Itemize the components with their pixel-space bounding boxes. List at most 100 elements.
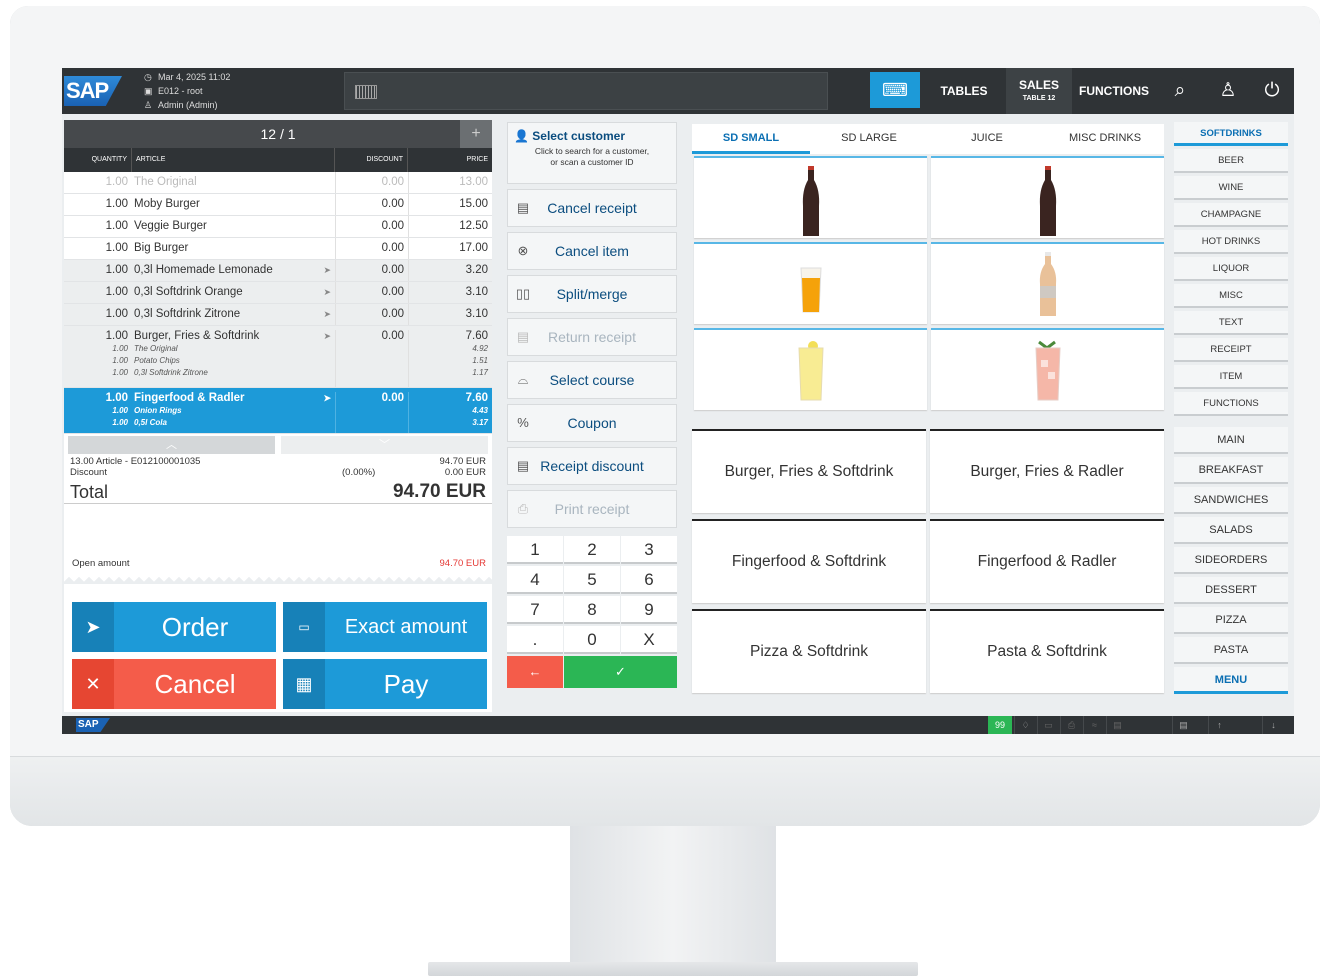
product-tile[interactable] xyxy=(694,242,927,324)
category-misc[interactable]: MISC xyxy=(1174,284,1288,308)
menu-tile[interactable]: Fingerfood & Softdrink xyxy=(692,519,926,603)
order-row[interactable]: 1.00 Big Burger 0.00 17.00 xyxy=(64,238,492,260)
category-menu[interactable]: MENU xyxy=(1174,667,1288,694)
category-salads[interactable]: SALADS xyxy=(1174,517,1288,544)
category-liquor[interactable]: LIQUOR xyxy=(1174,257,1288,281)
row-article-cell: Burger, Fries & Softdrink ➤ The Original… xyxy=(132,330,335,387)
tab-misc-drinks[interactable]: MISC DRINKS xyxy=(1046,124,1164,154)
numpad-key-5[interactable]: 5 xyxy=(564,566,620,594)
product-tile[interactable] xyxy=(931,242,1164,324)
row-price: 15.00 xyxy=(408,194,492,215)
tab-sd-large[interactable]: SD LARGE xyxy=(810,124,928,154)
numpad-key-1[interactable]: 1 xyxy=(507,536,563,564)
numpad-key-clear[interactable]: X xyxy=(621,626,677,654)
category-sideorders[interactable]: SIDEORDERS xyxy=(1174,547,1288,574)
cancel-button[interactable]: ✕ Cancel xyxy=(72,659,276,709)
arrow-down-icon[interactable]: ↓ xyxy=(1262,716,1284,734)
category-text[interactable]: TEXT xyxy=(1174,311,1288,335)
arrow-up-icon[interactable]: ↑ xyxy=(1208,716,1230,734)
order-row-menu[interactable]: 1.00 1.00 1.00 1.00 Burger, Fries & Soft… xyxy=(64,326,492,388)
receipt-cancel-icon: ▤ xyxy=(516,200,530,215)
category-breakfast[interactable]: BREAKFAST xyxy=(1174,457,1288,484)
summary-articles: 13.00 Article - E012100001035 xyxy=(70,456,201,467)
nav-tables[interactable]: TABLES xyxy=(932,68,996,114)
status-count-badge[interactable]: 99 xyxy=(988,716,1012,734)
product-tile[interactable] xyxy=(694,328,927,410)
scroll-up-button[interactable]: ︿ xyxy=(68,436,275,454)
category-functions[interactable]: FUNCTIONS xyxy=(1174,392,1288,416)
exact-amount-label: Exact amount xyxy=(344,616,468,638)
sent-icon: ➤ xyxy=(323,309,331,319)
select-course-button[interactable]: ⌓ Select course xyxy=(507,361,677,399)
order-row[interactable]: 1.00 0,3l Homemade Lemonade ➤ 0.00 3.20 xyxy=(64,260,492,282)
category-wine[interactable]: WINE xyxy=(1174,176,1288,200)
row-discount: 0.00 xyxy=(335,216,408,237)
category-pizza[interactable]: PIZZA xyxy=(1174,607,1288,634)
numpad-key-3[interactable]: 3 xyxy=(621,536,677,564)
menu-tile[interactable]: Burger, Fries & Softdrink xyxy=(692,429,926,513)
numpad-key-7[interactable]: 7 xyxy=(507,596,563,624)
numpad-backspace[interactable]: ← xyxy=(507,656,563,688)
category-item[interactable]: ITEM xyxy=(1174,365,1288,389)
category-hot-drinks[interactable]: HOT DRINKS xyxy=(1174,230,1288,254)
pay-button[interactable]: ▦ Pay xyxy=(283,659,487,709)
menu-tile[interactable]: Fingerfood & Radler xyxy=(930,519,1164,603)
product-tile[interactable] xyxy=(931,328,1164,410)
coupon-button[interactable]: % Coupon xyxy=(507,404,677,442)
receipt-discount-button[interactable]: ▤ Receipt discount xyxy=(507,447,677,485)
order-row[interactable]: 1.00 The Original 0.00 13.00 xyxy=(64,172,492,194)
exact-amount-button[interactable]: ▭ Exact amount xyxy=(283,602,487,652)
category-divider xyxy=(1174,419,1288,427)
add-order-button[interactable]: + xyxy=(460,120,492,148)
category-dessert[interactable]: DESSERT xyxy=(1174,577,1288,604)
bell-icon[interactable]: ♢ xyxy=(1014,716,1036,734)
menu-tile[interactable]: Pasta & Softdrink xyxy=(930,609,1164,693)
category-champagne[interactable]: CHAMPAGNE xyxy=(1174,203,1288,227)
barcode-input[interactable] xyxy=(344,72,828,110)
category-receipt[interactable]: RECEIPT xyxy=(1174,338,1288,362)
numpad-key-4[interactable]: 4 xyxy=(507,566,563,594)
operator-name: Admin (Admin) xyxy=(158,100,218,110)
user-icon[interactable]: ♙ xyxy=(1216,79,1240,103)
menu-tile[interactable]: Burger, Fries & Radler xyxy=(930,429,1164,513)
cancel-item-button[interactable]: ⊗ Cancel item xyxy=(507,232,677,270)
row-discount: 0.00 xyxy=(335,282,408,303)
numpad-confirm[interactable]: ✓ xyxy=(564,656,677,688)
category-beer[interactable]: BEER xyxy=(1174,149,1288,173)
nav-sales[interactable]: SALES TABLE 12 xyxy=(1006,68,1072,114)
product-tile[interactable] xyxy=(931,156,1164,238)
numpad-key-2[interactable]: 2 xyxy=(564,536,620,564)
order-column-headers: QUANTITY ARTICLE DISCOUNT PRICE xyxy=(64,148,492,172)
order-row[interactable]: 1.00 Veggie Burger 0.00 12.50 xyxy=(64,216,492,238)
nav-functions[interactable]: FUNCTIONS xyxy=(1076,68,1152,114)
numpad-key-0[interactable]: 0 xyxy=(564,626,620,654)
product-tile[interactable] xyxy=(694,156,927,238)
category-sandwiches[interactable]: SANDWICHES xyxy=(1174,487,1288,514)
menu-tile[interactable]: Pizza & Softdrink xyxy=(692,609,926,693)
database-icon[interactable]: ▤ xyxy=(1172,716,1194,734)
print-receipt-button[interactable]: ⎙ Print receipt xyxy=(507,490,677,528)
order-row-selected[interactable]: 1.00 1.00 1.00 Fingerfood & Radler ➤ Oni… xyxy=(64,388,492,434)
order-button[interactable]: ➤ Order xyxy=(72,602,276,652)
category-pasta[interactable]: PASTA xyxy=(1174,637,1288,664)
tab-juice[interactable]: JUICE xyxy=(928,124,1046,154)
scroll-down-button[interactable]: ﹀ xyxy=(281,436,488,454)
numpad-key-9[interactable]: 9 xyxy=(621,596,677,624)
search-icon[interactable]: ⌕ xyxy=(1168,79,1192,103)
tab-sd-small[interactable]: SD SMALL xyxy=(692,124,810,154)
order-row[interactable]: 1.00 Moby Burger 0.00 15.00 xyxy=(64,194,492,216)
category-main[interactable]: MAIN xyxy=(1174,427,1288,454)
select-customer-button[interactable]: 👤 Select customer Click to search for a … xyxy=(507,122,677,184)
category-softdrinks[interactable]: SOFTDRINKS xyxy=(1174,122,1288,146)
cancel-receipt-button[interactable]: ▤ Cancel receipt xyxy=(507,189,677,227)
power-icon[interactable]: ⏻ xyxy=(1260,79,1284,103)
order-row[interactable]: 1.00 0,3l Softdrink Orange ➤ 0.00 3.10 xyxy=(64,282,492,304)
numpad-key-decimal[interactable]: . xyxy=(507,626,563,654)
return-receipt-button[interactable]: ▤ Return receipt xyxy=(507,318,677,356)
numpad-key-8[interactable]: 8 xyxy=(564,596,620,624)
summary-discount-amount: 0.00 EUR xyxy=(444,467,486,478)
split-merge-button[interactable]: ▯▯ Split/merge xyxy=(507,275,677,313)
numpad-key-6[interactable]: 6 xyxy=(621,566,677,594)
keyboard-button[interactable]: ⌨ xyxy=(870,72,920,108)
order-row[interactable]: 1.00 0,3l Softdrink Zitrone ➤ 0.00 3.10 xyxy=(64,304,492,326)
